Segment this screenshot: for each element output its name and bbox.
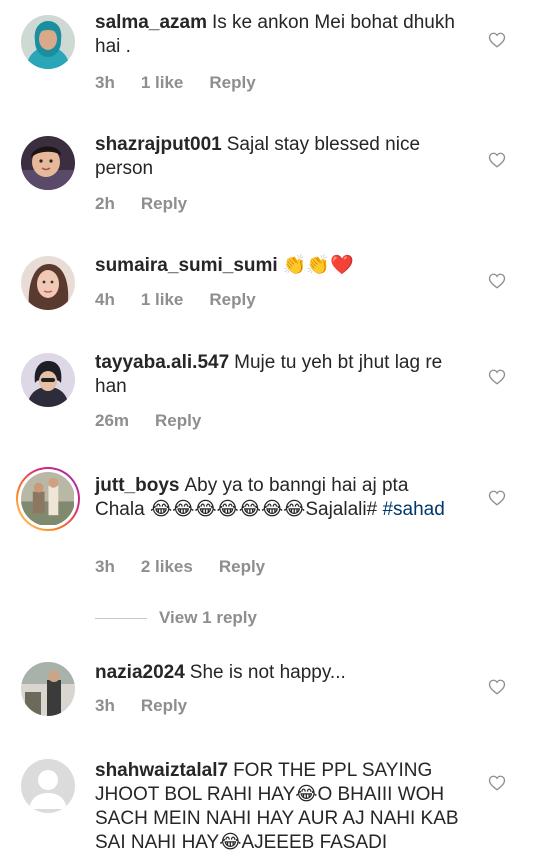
username[interactable]: tayyaba.ali.547 bbox=[95, 352, 229, 373]
divider bbox=[95, 617, 147, 619]
comment-meta: 3h Reply bbox=[95, 696, 213, 716]
comment-text: nazia2024 She is not happy... bbox=[95, 661, 460, 685]
comment-body-suffix: Sajalali# bbox=[305, 499, 378, 520]
avatar-default[interactable] bbox=[21, 759, 75, 813]
comment-body-end: AJEEEB FASADI bbox=[241, 832, 388, 853]
timestamp: 3h bbox=[95, 696, 115, 715]
username[interactable]: sumaira_sumi_sumi bbox=[95, 255, 278, 276]
timestamp: 3h bbox=[95, 557, 115, 576]
username[interactable]: shahwaiztalal7 bbox=[95, 760, 228, 781]
comment-text: jutt_boys Aby ya to banngi hai aj pta Cha… bbox=[95, 474, 460, 522]
hashtag-link[interactable]: #sahad bbox=[382, 499, 444, 520]
heart-outline-icon[interactable] bbox=[488, 31, 506, 49]
avatar[interactable] bbox=[21, 662, 75, 716]
avatar[interactable] bbox=[21, 15, 75, 69]
view-replies-label: View 1 reply bbox=[159, 608, 257, 627]
comment-text: shahwaiztalal7 FOR THE PPL SAYING JHOOT B… bbox=[95, 759, 465, 855]
reply-button[interactable]: Reply bbox=[209, 73, 255, 92]
comment-body: 👏👏❤️ bbox=[282, 255, 354, 276]
reply-button[interactable]: Reply bbox=[155, 411, 201, 430]
reply-button[interactable]: Reply bbox=[141, 696, 187, 715]
comment-meta: 26m Reply bbox=[95, 411, 227, 431]
like-count[interactable]: 1 like bbox=[141, 73, 184, 92]
like-count[interactable]: 2 likes bbox=[141, 557, 193, 576]
reply-button[interactable]: Reply bbox=[141, 194, 187, 213]
heart-outline-icon[interactable] bbox=[488, 678, 506, 696]
like-count[interactable]: 1 like bbox=[141, 290, 184, 309]
heart-outline-icon[interactable] bbox=[488, 272, 506, 290]
comment-meta: 2h Reply bbox=[95, 194, 213, 214]
comment-text: salma_azam Is ke ankon Mei bohat dhukh ha… bbox=[95, 11, 460, 59]
avatar[interactable] bbox=[21, 353, 75, 407]
timestamp: 4h bbox=[95, 290, 115, 309]
avatar[interactable] bbox=[21, 256, 75, 310]
reply-button[interactable]: Reply bbox=[219, 557, 265, 576]
comment-meta: 3h 1 like Reply bbox=[95, 73, 282, 93]
heart-outline-icon[interactable] bbox=[488, 774, 506, 792]
heart-outline-icon[interactable] bbox=[488, 151, 506, 169]
username[interactable]: nazia2024 bbox=[95, 662, 185, 683]
avatar[interactable] bbox=[21, 136, 75, 190]
comment-text: sumaira_sumi_sumi 👏👏❤️ bbox=[95, 254, 460, 278]
timestamp: 26m bbox=[95, 411, 130, 430]
comment-text: shazrajput001 Sajal stay blessed nice per… bbox=[95, 133, 460, 181]
heart-outline-icon[interactable] bbox=[488, 368, 506, 386]
username[interactable]: shazrajput001 bbox=[95, 134, 222, 155]
laughing-emoji-icon: 😂 bbox=[295, 784, 318, 805]
timestamp: 2h bbox=[95, 194, 115, 213]
timestamp: 3h bbox=[95, 73, 115, 92]
username[interactable]: jutt_boys bbox=[95, 475, 179, 496]
reply-button[interactable]: Reply bbox=[209, 290, 255, 309]
laughing-emoji-icon: 😂😂😂😂😂😂😂 bbox=[149, 499, 306, 520]
laughing-emoji-icon: 😂 bbox=[219, 832, 242, 853]
avatar-story-ring[interactable] bbox=[16, 467, 80, 531]
heart-outline-icon[interactable] bbox=[488, 489, 506, 507]
comment-body: She is not happy... bbox=[189, 662, 346, 683]
username[interactable]: salma_azam bbox=[95, 12, 207, 33]
comment-text: tayyaba.ali.547 Muje tu yeh bt jhut lag r… bbox=[95, 351, 460, 399]
default-avatar-icon bbox=[21, 759, 75, 813]
comment-meta: 3h 2 likes Reply bbox=[95, 557, 291, 577]
comment-meta: 4h 1 like Reply bbox=[95, 290, 282, 310]
view-replies-button[interactable]: View 1 reply bbox=[95, 607, 257, 629]
